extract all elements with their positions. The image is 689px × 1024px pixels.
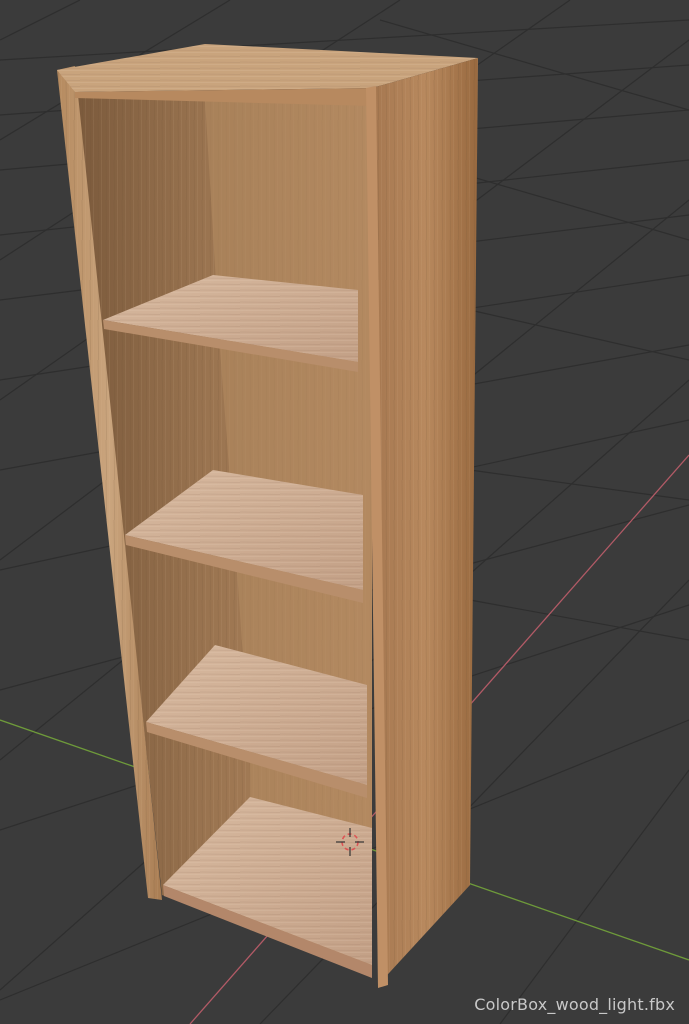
3d-viewport[interactable]: ColorBox_wood_light.fbx — [0, 0, 689, 1024]
viewport-scene[interactable] — [0, 0, 689, 1024]
file-name-caption: ColorBox_wood_light.fbx — [474, 995, 675, 1014]
bookshelf-model[interactable] — [57, 44, 478, 988]
